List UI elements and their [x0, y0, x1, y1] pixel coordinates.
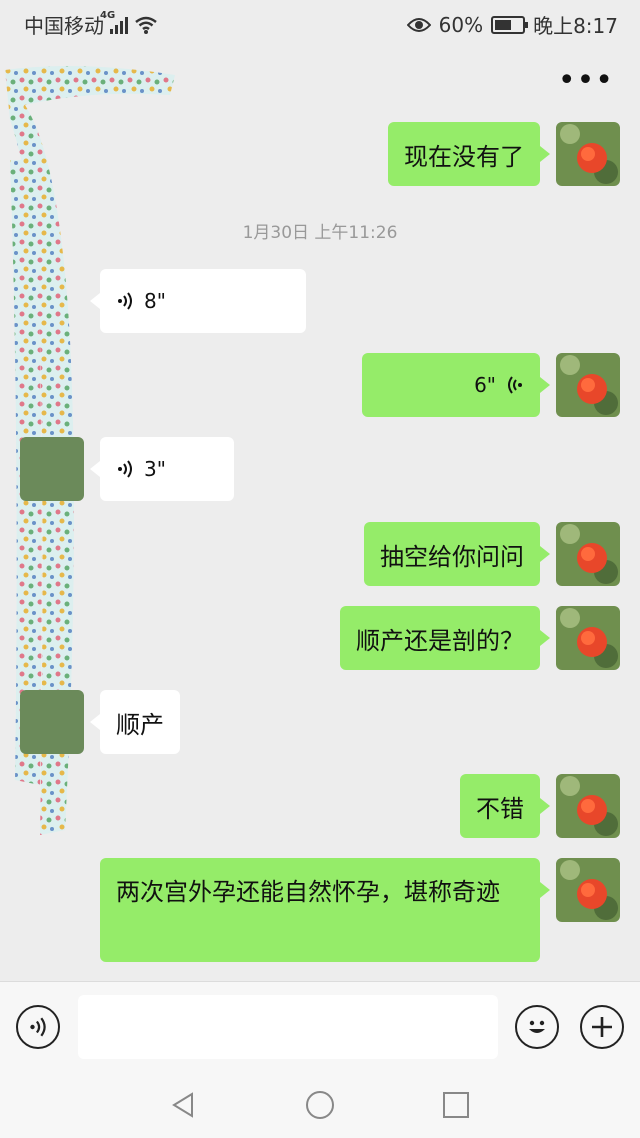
plus-icon[interactable]: [580, 1005, 624, 1049]
avatar-contact[interactable]: [20, 437, 84, 501]
message-text: 顺产: [116, 710, 164, 739]
avatar-self[interactable]: [556, 774, 620, 838]
voice-wave-icon: [508, 376, 522, 394]
signal-icon: 4G: [100, 10, 128, 34]
avatar-self[interactable]: [556, 522, 620, 586]
voice-message-sent[interactable]: 6": [362, 353, 550, 417]
eye-icon: [406, 17, 431, 32]
voice-duration: 6": [474, 373, 496, 397]
wifi-icon: [135, 16, 157, 34]
home-circle-icon[interactable]: [305, 1090, 335, 1120]
battery-percent: 60%: [438, 12, 484, 37]
message-text: 顺产还是剖的？: [356, 626, 524, 655]
voice-wave-icon: [118, 292, 132, 310]
message-text: 抽空给你问问: [380, 542, 524, 571]
voice-wave-icon: [118, 460, 132, 478]
emoji-icon[interactable]: [515, 1005, 559, 1049]
status-bar: 中国移动 4G 60% 晚上8:17: [0, 0, 640, 44]
message-text: 不错: [476, 794, 524, 823]
message-bubble-sent[interactable]: 不错: [460, 774, 550, 838]
message-bubble-sent[interactable]: 顺产还是剖的？: [340, 606, 550, 670]
message-input[interactable]: [78, 995, 498, 1059]
system-nav-bar: [0, 1071, 640, 1138]
avatar-self[interactable]: [556, 353, 620, 417]
voice-mode-icon[interactable]: [16, 1005, 60, 1049]
timestamp: 1月30日 上午11:26: [242, 223, 398, 243]
voice-message-received[interactable]: 3": [90, 437, 234, 501]
carrier-label: 中国移动: [24, 14, 104, 38]
network-type-label: 4G: [100, 9, 116, 21]
voice-message-received[interactable]: 8": [90, 269, 306, 333]
message-bubble-sent[interactable]: 两次宫外孕还能自然怀孕，堪称奇迹: [100, 858, 550, 962]
message-bubble-sent[interactable]: 现在没有了: [388, 122, 550, 186]
avatar-self[interactable]: [556, 858, 620, 922]
message-text: 现在没有了: [404, 142, 524, 171]
input-bar: [0, 981, 640, 1071]
more-dots-icon[interactable]: •••: [558, 66, 614, 96]
battery-icon: [491, 15, 529, 34]
message-bubble-sent[interactable]: 抽空给你问问: [364, 522, 550, 586]
voice-duration: 3": [144, 457, 166, 481]
avatar-self[interactable]: [556, 606, 620, 670]
clock: 晚上8:17: [533, 14, 618, 38]
message-text: 两次宫外孕还能自然怀孕，堪称奇迹: [116, 878, 500, 906]
avatar-self[interactable]: [556, 122, 620, 186]
voice-duration: 8": [144, 289, 166, 313]
back-triangle-icon[interactable]: [170, 1091, 196, 1119]
recent-square-icon[interactable]: [442, 1091, 470, 1119]
message-bubble-received[interactable]: 顺产: [90, 690, 180, 754]
battery-fill: [495, 19, 511, 30]
chat-header: •••: [0, 44, 640, 120]
avatar-contact[interactable]: [20, 690, 84, 754]
